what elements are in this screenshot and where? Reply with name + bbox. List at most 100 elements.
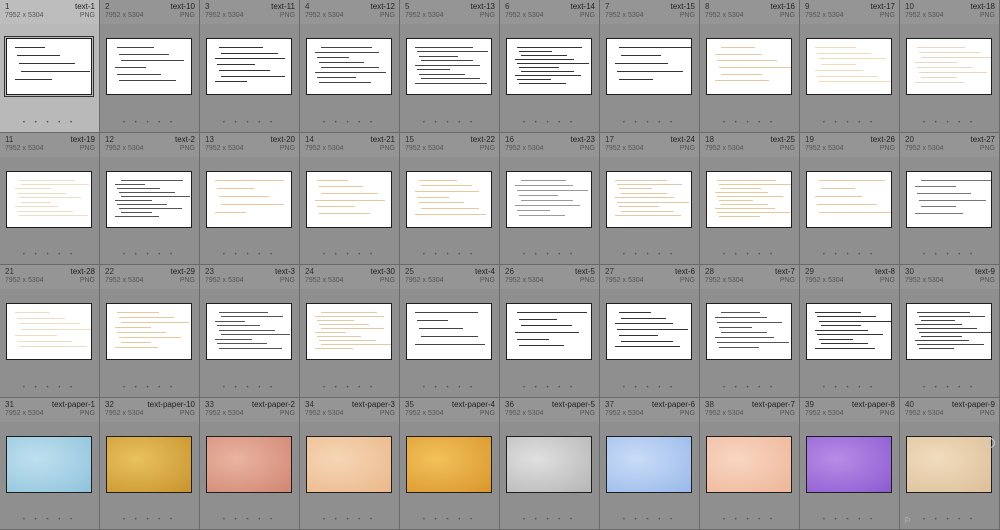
grid-cell[interactable]: 18 text-25 7952 x 5304 PNG • • • • • (700, 132, 800, 265)
thumbnail-image[interactable] (306, 170, 392, 228)
rating-dots[interactable]: • • • • • (500, 252, 599, 258)
thumbnail-image[interactable] (206, 435, 292, 493)
rating-dots[interactable]: • • • • • (900, 252, 999, 258)
grid-cell[interactable]: 8 text-16 7952 x 5304 PNG • • • • • (700, 0, 800, 133)
rating-dots[interactable]: • • • • • (600, 517, 699, 523)
rating-dots[interactable]: • • • • • (800, 120, 899, 126)
grid-cell[interactable]: 7 text-15 7952 x 5304 PNG • • • • • (600, 0, 700, 133)
thumbnail-image[interactable] (706, 303, 792, 360)
grid-cell[interactable]: 17 text-24 7952 x 5304 PNG • • • • • (600, 132, 700, 265)
thumbnail-image[interactable] (4, 36, 94, 97)
rating-dots[interactable]: • • • • • (700, 120, 799, 126)
rating-dots[interactable]: • • • • • (100, 385, 199, 391)
thumbnail-image[interactable] (6, 435, 92, 493)
grid-cell[interactable]: 32 text-paper-10 7952 x 5304 PNG • • • •… (100, 397, 200, 530)
rating-dots[interactable]: • • • • • (800, 385, 899, 391)
rating-dots[interactable]: • • • • • (500, 385, 599, 391)
grid-cell[interactable]: 24 text-30 7952 x 5304 PNG • • • • • (300, 265, 400, 398)
rating-dots[interactable]: • • • • • (700, 385, 799, 391)
grid-cell[interactable]: 27 text-6 7952 x 5304 PNG • • • • • (600, 265, 700, 398)
flag-icon[interactable]: ⚐ (904, 516, 911, 525)
rating-dots[interactable]: • • • • • (100, 517, 199, 523)
thumbnail-image[interactable] (906, 303, 992, 360)
thumbnail-image[interactable] (6, 303, 92, 360)
thumbnail-image[interactable] (506, 435, 592, 493)
thumbnail-image[interactable] (306, 303, 392, 360)
rating-dots[interactable]: • • • • • (400, 385, 499, 391)
thumbnail-image[interactable] (106, 435, 192, 493)
rating-dots[interactable]: • • • • • (300, 385, 399, 391)
rating-dots[interactable]: • • • • • (0, 517, 99, 523)
rating-dots[interactable]: • • • • • (200, 252, 299, 258)
grid-cell[interactable]: 34 text-paper-3 7952 x 5304 PNG • • • • … (300, 397, 400, 530)
grid-cell[interactable]: 6 text-14 7952 x 5304 PNG • • • • • (500, 0, 600, 133)
rating-dots[interactable]: • • • • • (700, 252, 799, 258)
thumbnail-image[interactable] (806, 170, 892, 228)
thumbnail-image[interactable] (606, 435, 692, 493)
grid-cell[interactable]: 9 text-17 7952 x 5304 PNG • • • • • (800, 0, 900, 133)
rating-dots[interactable]: • • • • • (800, 517, 899, 523)
thumbnail-image[interactable] (406, 38, 492, 95)
rating-dots[interactable]: • • • • • (500, 517, 599, 523)
thumbnail-image[interactable] (606, 38, 692, 95)
grid-cell[interactable]: 30 text-9 7952 x 5304 PNG • • • • • (900, 265, 1000, 398)
thumbnail-image[interactable] (406, 303, 492, 360)
grid-cell[interactable]: 36 text-paper-5 7952 x 5304 PNG • • • • … (500, 397, 600, 530)
rating-dots[interactable]: • • • • • (900, 120, 999, 126)
thumbnail-image[interactable] (106, 303, 192, 360)
grid-cell[interactable]: 3 text-11 7952 x 5304 PNG • • • • • (200, 0, 300, 133)
rating-dots[interactable]: • • • • • (100, 252, 199, 258)
thumbnail-image[interactable] (106, 38, 192, 95)
rating-dots[interactable]: • • • • • (400, 517, 499, 523)
grid-cell[interactable]: 10 text-18 7952 x 5304 PNG • • • • • (900, 0, 1000, 133)
rating-dots[interactable]: • • • • • (900, 517, 999, 523)
rating-dots[interactable]: • • • • • (700, 517, 799, 523)
grid-cell[interactable]: 14 text-21 7952 x 5304 PNG • • • • • (300, 132, 400, 265)
grid-cell[interactable]: 15 text-22 7952 x 5304 PNG • • • • • (400, 132, 500, 265)
thumbnail-image[interactable] (206, 38, 292, 95)
thumbnail-image[interactable] (306, 38, 392, 95)
rating-dots[interactable]: • • • • • (600, 252, 699, 258)
grid-cell[interactable]: 29 text-8 7952 x 5304 PNG • • • • • (800, 265, 900, 398)
circle-icon[interactable] (985, 437, 995, 448)
thumbnail-image[interactable] (906, 170, 992, 228)
rating-dots[interactable]: • • • • • (600, 120, 699, 126)
grid-cell[interactable]: 12 text-2 7952 x 5304 PNG • • • • • (100, 132, 200, 265)
thumbnail-image[interactable] (906, 435, 992, 493)
thumbnail-image[interactable] (506, 170, 592, 228)
grid-cell[interactable]: 35 text-paper-4 7952 x 5304 PNG • • • • … (400, 397, 500, 530)
thumbnail-image[interactable] (206, 303, 292, 360)
thumbnail-image[interactable] (506, 303, 592, 360)
thumbnail-image[interactable] (506, 38, 592, 95)
rating-dots[interactable]: • • • • • (500, 120, 599, 126)
thumbnail-image[interactable] (306, 435, 392, 493)
rating-dots[interactable]: • • • • • (800, 252, 899, 258)
grid-cell[interactable]: 19 text-26 7952 x 5304 PNG • • • • • (800, 132, 900, 265)
grid-cell[interactable]: 2 text-10 7952 x 5304 PNG • • • • • (100, 0, 200, 133)
thumbnail-image[interactable] (406, 435, 492, 493)
rating-dots[interactable]: • • • • • (0, 120, 99, 126)
grid-cell[interactable]: 16 text-23 7952 x 5304 PNG • • • • • (500, 132, 600, 265)
thumbnail-image[interactable] (806, 303, 892, 360)
thumbnail-image[interactable] (206, 170, 292, 228)
thumbnail-image[interactable] (906, 38, 992, 95)
grid-cell[interactable]: 1 text-1 7952 x 5304 PNG • • • • • (0, 0, 100, 133)
rating-dots[interactable]: • • • • • (400, 252, 499, 258)
grid-cell[interactable]: 28 text-7 7952 x 5304 PNG • • • • • (700, 265, 800, 398)
grid-cell[interactable]: 23 text-3 7952 x 5304 PNG • • • • • (200, 265, 300, 398)
grid-cell[interactable]: 4 text-12 7952 x 5304 PNG • • • • • (300, 0, 400, 133)
rating-dots[interactable]: • • • • • (300, 120, 399, 126)
thumbnail-image[interactable] (706, 435, 792, 493)
thumbnail-image[interactable] (106, 170, 192, 228)
thumbnail-image[interactable] (6, 170, 92, 228)
thumbnail-image[interactable] (706, 38, 792, 95)
rating-dots[interactable]: • • • • • (0, 252, 99, 258)
thumbnail-image[interactable] (606, 303, 692, 360)
grid-cell[interactable]: 31 text-paper-1 7952 x 5304 PNG • • • • … (0, 397, 100, 530)
grid-cell[interactable]: 26 text-5 7952 x 5304 PNG • • • • • (500, 265, 600, 398)
grid-cell[interactable]: 22 text-29 7952 x 5304 PNG • • • • • (100, 265, 200, 398)
grid-cell[interactable]: 39 text-paper-8 7952 x 5304 PNG • • • • … (800, 397, 900, 530)
grid-cell[interactable]: 25 text-4 7952 x 5304 PNG • • • • • (400, 265, 500, 398)
rating-dots[interactable]: • • • • • (900, 385, 999, 391)
grid-cell[interactable]: 13 text-20 7952 x 5304 PNG • • • • • (200, 132, 300, 265)
